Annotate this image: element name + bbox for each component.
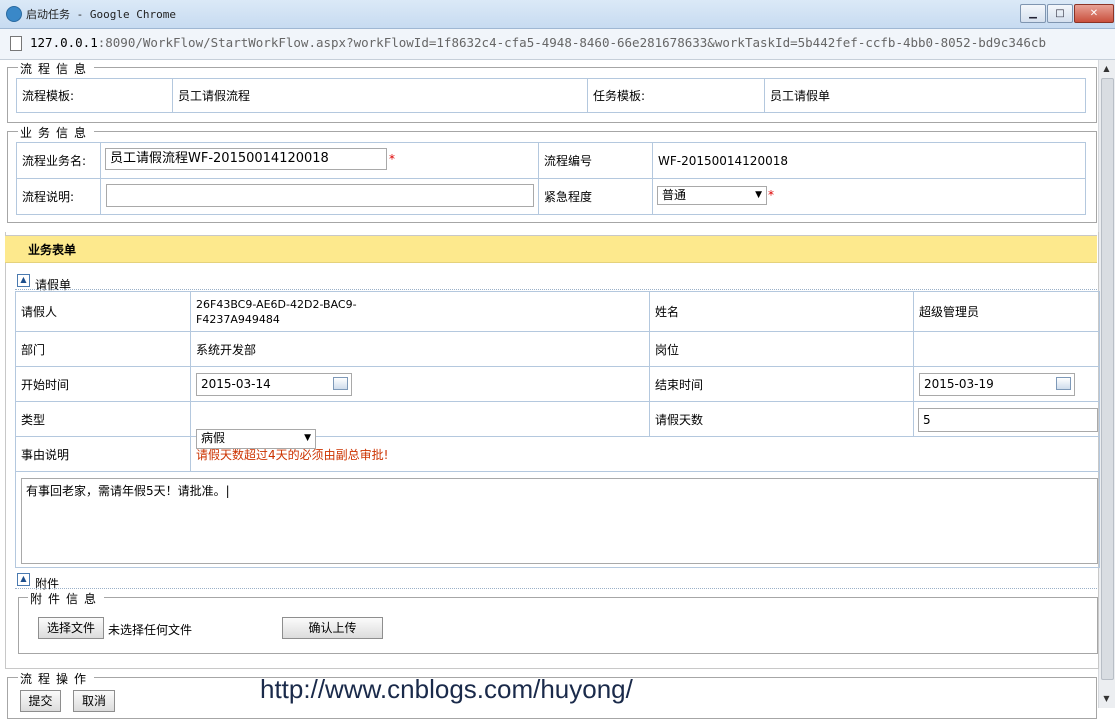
- flow-desc-input[interactable]: [106, 184, 534, 207]
- business-name-required-mark: *: [389, 152, 395, 166]
- urgency-required-mark: *: [768, 188, 774, 202]
- leave-type-select[interactable]: 病假 ▼: [196, 429, 316, 449]
- applicant-value-line1: 26F43BC9-AE6D-42D2-BAC9-: [196, 297, 357, 311]
- process-info-table: 流程模板: 员工请假流程 任务模板: 员工请假单: [16, 78, 1086, 113]
- calendar-icon[interactable]: [333, 377, 348, 390]
- close-window-button[interactable]: ✕: [1074, 4, 1114, 23]
- end-date-input[interactable]: 2015-03-19: [919, 373, 1075, 396]
- collapse-icon[interactable]: ▲: [17, 274, 30, 287]
- reason-label: 事由说明: [15, 436, 191, 472]
- cancel-button[interactable]: 取消: [73, 690, 115, 712]
- chrome-app-icon: [6, 6, 22, 22]
- flow-desc-label: 流程说明:: [16, 178, 101, 215]
- leave-days-label: 请假天数: [649, 401, 914, 437]
- collapse-icon[interactable]: ▲: [17, 573, 30, 586]
- urgency-label: 紧急程度: [538, 178, 653, 215]
- business-form-header: [5, 235, 1097, 263]
- task-template-label: 任务模板:: [587, 78, 765, 113]
- maximize-button[interactable]: □: [1047, 4, 1073, 23]
- no-file-text: 未选择任何文件: [108, 623, 193, 637]
- business-name-label: 流程业务名:: [16, 142, 101, 179]
- process-info-legend: 流程信息: [18, 60, 95, 77]
- urgency-select[interactable]: 普通 ▼: [657, 186, 767, 205]
- url-path: :8090/WorkFlow/StartWorkFlow.aspx?workFl…: [97, 35, 1046, 50]
- dept-label: 部门: [15, 331, 191, 367]
- flow-number-label: 流程编号: [538, 142, 653, 179]
- applicant-value-line2: F4237A949484: [196, 312, 280, 326]
- window-title: 启动任务 - Google Chrome: [26, 8, 176, 21]
- chevron-down-icon: ▼: [304, 433, 311, 443]
- start-time-label: 开始时间: [15, 366, 191, 402]
- page-icon: [10, 36, 22, 51]
- url-text[interactable]: 127.0.0.1:8090/WorkFlow/StartWorkFlow.as…: [30, 35, 1046, 50]
- business-name-input[interactable]: 员工请假流程WF-20150014120018: [105, 148, 387, 170]
- leave-days-input[interactable]: 5: [918, 408, 1098, 432]
- scroll-up-icon[interactable]: ▲: [1100, 62, 1113, 75]
- urgency-select-value: 普通: [662, 188, 687, 202]
- business-info-legend: 业务信息: [18, 124, 95, 141]
- start-date-input[interactable]: 2015-03-14: [196, 373, 352, 396]
- type-label: 类型: [15, 401, 191, 437]
- applicant-value: 26F43BC9-AE6D-42D2-BAC9- F4237A949484: [190, 291, 650, 332]
- business-form-title: 业务表单: [28, 243, 77, 257]
- task-template-value: 员工请假单: [764, 78, 1086, 113]
- watermark-text: http://www.cnblogs.com/huyong/: [260, 674, 633, 704]
- name-value: 超级管理员: [913, 291, 1100, 332]
- calendar-icon[interactable]: [1056, 377, 1071, 390]
- start-date-value: 2015-03-14: [201, 377, 271, 391]
- flow-template-value: 员工请假流程: [172, 78, 588, 113]
- applicant-label: 请假人: [15, 291, 191, 332]
- post-label: 岗位: [649, 331, 914, 367]
- scroll-down-icon[interactable]: ▼: [1100, 692, 1113, 705]
- attachment-legend: 附件信息: [28, 590, 105, 607]
- flow-ops-legend: 流程操作: [18, 670, 95, 687]
- name-label: 姓名: [649, 291, 914, 332]
- upload-button[interactable]: 确认上传: [282, 617, 383, 639]
- dept-value: 系统开发部: [190, 331, 650, 367]
- url-host: 127.0.0.1: [30, 35, 98, 50]
- section-divider: [15, 588, 1097, 589]
- section-divider: [15, 289, 1097, 290]
- flow-template-label: 流程模板:: [16, 78, 173, 113]
- scroll-thumb[interactable]: [1101, 78, 1114, 680]
- reason-textarea[interactable]: 有事回老家，需请年假5天！请批准。|: [21, 478, 1098, 564]
- choose-file-button[interactable]: 选择文件: [38, 617, 104, 639]
- submit-button[interactable]: 提交: [20, 690, 61, 712]
- end-time-label: 结束时间: [649, 366, 914, 402]
- chevron-down-icon: ▼: [755, 190, 762, 200]
- reason-note: 请假天数超过4天的必须由副总审批!: [190, 436, 1100, 472]
- leave-type-value: 病假: [201, 431, 226, 445]
- end-date-value: 2015-03-19: [924, 377, 994, 391]
- flow-number-value: WF-20150014120018: [652, 142, 1086, 179]
- minimize-button[interactable]: ▁: [1020, 4, 1046, 23]
- post-value: [913, 331, 1100, 367]
